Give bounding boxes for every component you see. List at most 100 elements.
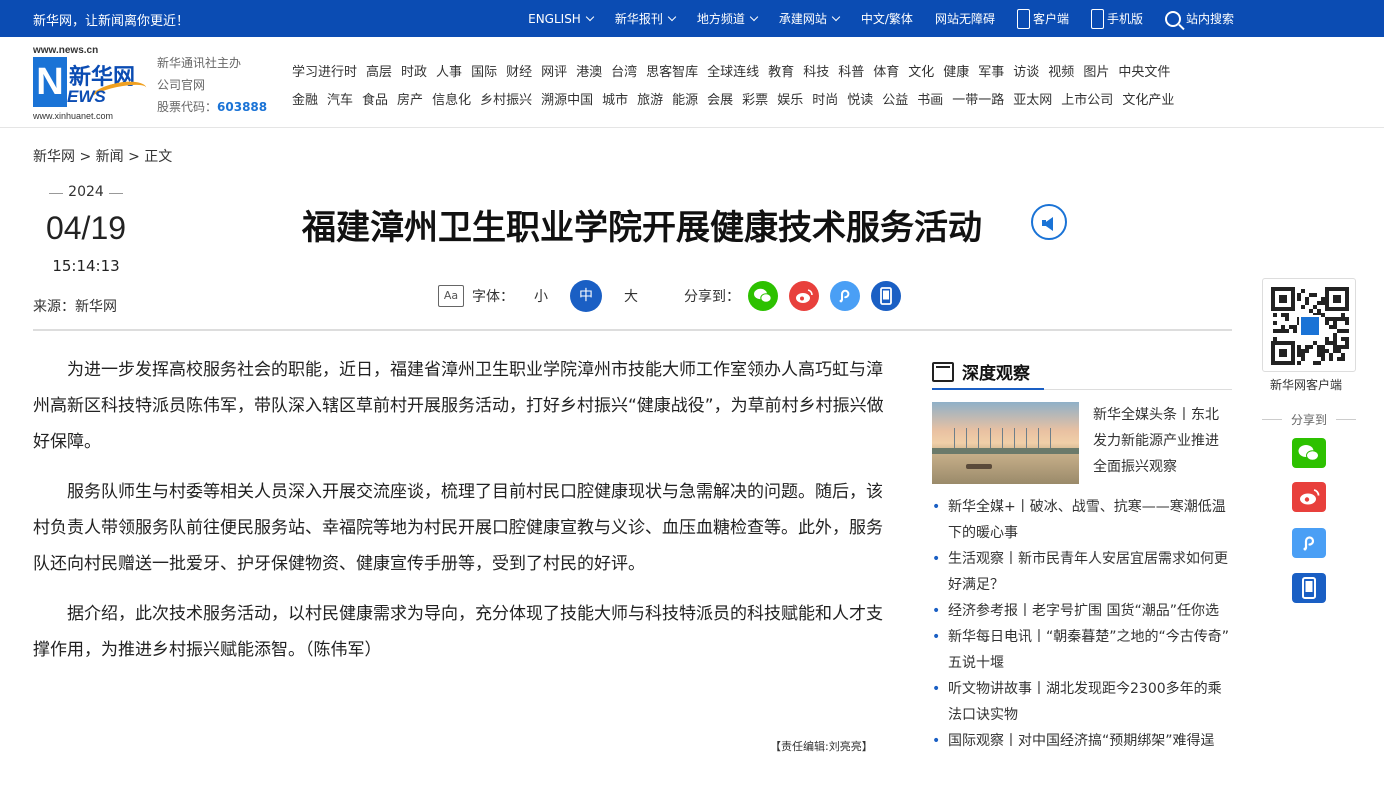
channel-link[interactable]: 全球连线 [707, 61, 759, 80]
channel-link[interactable]: 人事 [436, 61, 462, 80]
featured-story[interactable]: 新华全媒头条丨东北发力新能源产业推进全面振兴观察 [932, 402, 1232, 484]
font-small-button[interactable]: 小 [534, 286, 548, 306]
search-icon [1164, 10, 1181, 27]
channel-link[interactable]: 财经 [506, 61, 532, 80]
nav-accessibility[interactable]: 网站无障碍 [935, 10, 995, 27]
channel-link[interactable]: 访谈 [1013, 61, 1039, 80]
channel-link[interactable]: 体育 [873, 61, 899, 80]
audio-play-icon[interactable] [1031, 204, 1067, 240]
mobile-icon [1090, 8, 1104, 29]
nav-local-channels[interactable]: 地方频道 [697, 10, 759, 27]
page-title: 福建漳州卫生职业学院开展健康技术服务活动 [302, 208, 982, 248]
channel-link[interactable]: 科普 [838, 61, 864, 80]
channel-link[interactable]: 亚太网 [1013, 89, 1052, 108]
channel-link[interactable]: 图片 [1083, 61, 1109, 80]
share-link-button[interactable] [830, 281, 860, 311]
weibo-icon [796, 289, 813, 303]
channel-link[interactable]: 健康 [943, 61, 969, 80]
weibo-icon [1300, 489, 1320, 505]
nav-traditional-label: 中文/繁体 [860, 12, 913, 26]
channel-link[interactable]: 房产 [397, 89, 423, 108]
app-qr-code[interactable] [1262, 278, 1356, 372]
qr-code-icon [1271, 287, 1349, 365]
channel-link[interactable]: 乡村振兴 [480, 89, 532, 108]
nav-english[interactable]: ENGLISH [528, 11, 595, 26]
list-item[interactable]: 经济参考报丨老字号扩围 国货“潮品”任你选 [932, 598, 1232, 624]
channel-link[interactable]: 时尚 [812, 89, 838, 108]
channel-link[interactable]: 文化 [908, 61, 934, 80]
share-weibo-button[interactable] [789, 281, 819, 311]
channel-link[interactable]: 港澳 [576, 61, 602, 80]
channel-link[interactable]: 台湾 [611, 61, 637, 80]
nav-traditional[interactable]: 中文/繁体 [861, 10, 913, 27]
org-line1: 新华通讯社主办 [157, 56, 242, 70]
channel-link[interactable]: 网评 [541, 61, 567, 80]
channel-link[interactable]: 公益 [882, 89, 908, 108]
channel-link[interactable]: 上市公司 [1061, 89, 1113, 108]
stock-code[interactable]: 603888 [217, 100, 267, 114]
share-wechat-button[interactable] [748, 281, 778, 311]
article-source: 来源：新华网 [33, 299, 117, 315]
site-search-button[interactable]: 站内搜索 [1164, 10, 1234, 27]
site-logo[interactable]: www.news.cn N 新华网 EWS www.xinhuanet.com [33, 45, 149, 121]
float-share-wechat[interactable] [1292, 438, 1326, 468]
channel-link[interactable]: 溯源中国 [541, 89, 593, 108]
channel-link[interactable]: 中央文件 [1118, 61, 1170, 80]
channel-link[interactable]: 高层 [366, 61, 392, 80]
list-item[interactable]: 听文物讲故事丨湖北发现距今2300多年的乘法口诀实物 [932, 676, 1232, 728]
top-nav: ENGLISH 新华报刊 地方频道 承建网站 中文/繁体 网站无障碍 客户端 手… [506, 0, 1234, 37]
channel-link[interactable]: 思客智库 [646, 61, 698, 80]
channel-link[interactable]: 金融 [292, 89, 318, 108]
font-large-button[interactable]: 大 [624, 286, 638, 306]
channel-link[interactable]: 时政 [401, 61, 427, 80]
breadcrumb[interactable]: 新华网 > 新闻 > 正文 [33, 146, 172, 166]
channel-link[interactable]: 旅游 [637, 89, 663, 108]
channel-link[interactable]: 教育 [768, 61, 794, 80]
list-item[interactable]: 国际观察丨对中国经济搞“预期绑架”难得逞 [932, 728, 1232, 754]
channel-link[interactable]: 信息化 [432, 89, 471, 108]
article-paragraph: 服务队师生与村委等相关人员深入开展交流座谈，梳理了目前村民口腔健康现状与急需解决… [33, 482, 883, 574]
wechat-icon [1298, 445, 1319, 461]
app-icon [1016, 8, 1030, 29]
channel-nav: 学习进行时 高层 时政 人事 国际 财经 网评 港澳 台湾 思客智库 全球连线 教育 科技 科普 体育 文化健… [292, 56, 1252, 112]
channel-link[interactable]: 能源 [672, 89, 698, 108]
nav-app-label: 客户端 [1032, 12, 1069, 26]
channel-link[interactable]: 汽车 [327, 89, 353, 108]
channel-row-2: 金融 汽车 食品 房产 信息化 乡村振兴 溯源中国 城市 旅游 能源 会展 彩票 娱乐 时尚 悦读 公益 书画一… [292, 84, 1252, 112]
channel-link[interactable]: 文化产业 [1122, 89, 1174, 108]
nav-mobile[interactable]: 手机版 [1090, 8, 1143, 29]
nav-sites[interactable]: 承建网站 [779, 10, 841, 27]
list-item[interactable]: 新华全媒+丨破冰、战雪、抗寒——寒潮低温下的暖心事 [932, 494, 1232, 546]
nav-app[interactable]: 客户端 [1016, 8, 1069, 29]
list-item[interactable]: 新华每日电讯丨“朝秦暮楚”之地的“今古传奇” 五说十堰 [932, 624, 1232, 676]
font-medium-button[interactable]: 中 [570, 280, 602, 312]
channel-link[interactable]: 书画 [917, 89, 943, 108]
wechat-icon [754, 288, 772, 303]
list-item[interactable]: 生活观察丨新市民青年人安居宜居需求如何更好满足？ [932, 546, 1232, 598]
nav-newspapers[interactable]: 新华报刊 [615, 10, 677, 27]
publish-date: 2024 04/19 15:14:13 [33, 184, 139, 275]
channel-link[interactable]: 国际 [471, 61, 497, 80]
mobile-icon [1302, 577, 1316, 599]
site-slogan: 新华网，让新闻离你更近！ [33, 14, 190, 29]
channel-link[interactable]: 一带一路 [952, 89, 1004, 108]
share-mobile-button[interactable] [871, 281, 901, 311]
nav-english-label: ENGLISH [528, 11, 581, 26]
channel-link[interactable]: 军事 [978, 61, 1004, 80]
featured-image[interactable] [932, 402, 1079, 484]
float-share-link[interactable] [1292, 528, 1326, 558]
featured-headline[interactable]: 新华全媒头条丨东北发力新能源产业推进全面振兴观察 [1093, 402, 1232, 484]
sidebar-list: 新华全媒+丨破冰、战雪、抗寒——寒潮低温下的暖心事 生活观察丨新市民青年人安居宜… [932, 494, 1232, 754]
channel-link[interactable]: 科技 [803, 61, 829, 80]
channel-link[interactable]: 会展 [707, 89, 733, 108]
channel-link[interactable]: 城市 [602, 89, 628, 108]
channel-link[interactable]: 食品 [362, 89, 388, 108]
float-share-mobile[interactable] [1292, 573, 1326, 603]
channel-link[interactable]: 视频 [1048, 61, 1074, 80]
float-share-weibo[interactable] [1292, 482, 1326, 512]
channel-link[interactable]: 娱乐 [777, 89, 803, 108]
channel-link[interactable]: 学习进行时 [292, 61, 357, 80]
title-divider [33, 329, 1232, 331]
channel-link[interactable]: 悦读 [847, 89, 873, 108]
channel-link[interactable]: 彩票 [742, 89, 768, 108]
